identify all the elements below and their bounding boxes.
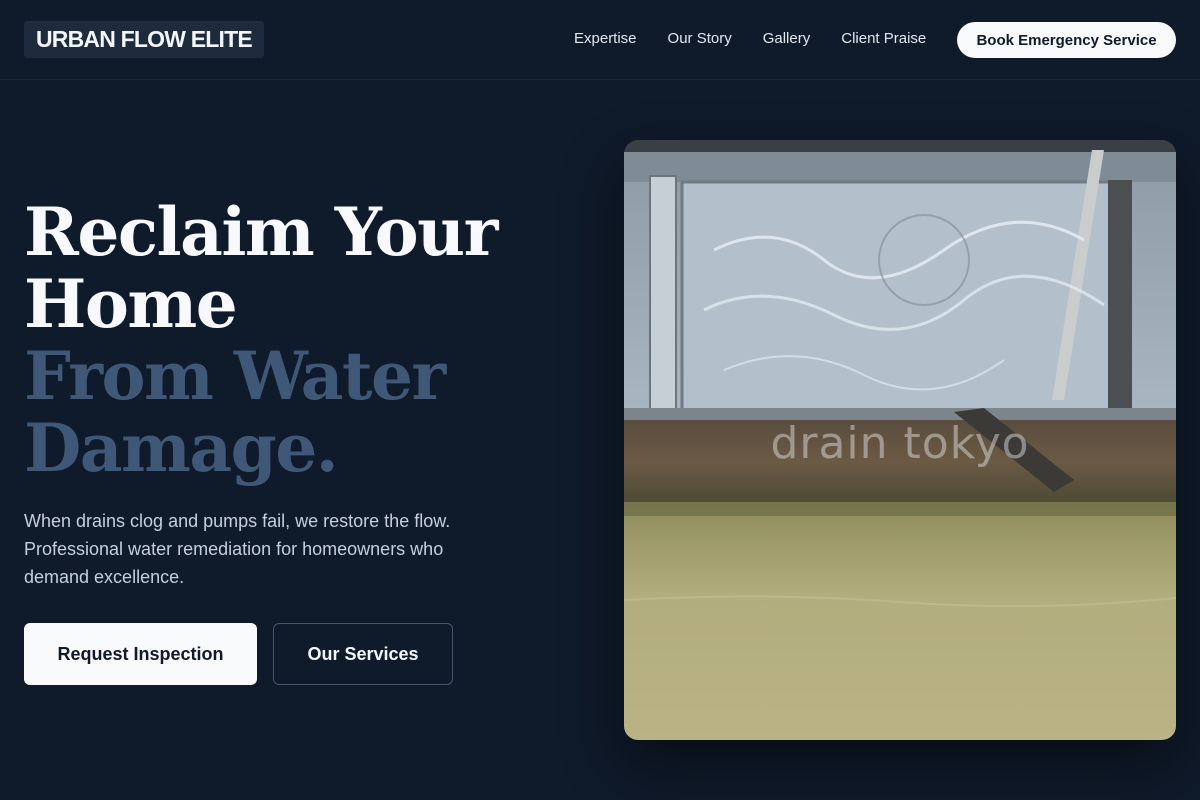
hero-title-line: Reclaim Your	[24, 193, 498, 271]
site-header: URBAN FLOW ELITE Expertise Our Story Gal…	[0, 0, 1200, 80]
nav-link-our-story[interactable]: Our Story	[668, 29, 732, 49]
nav-link-client-praise[interactable]: Client Praise	[841, 29, 926, 49]
main-nav: Expertise Our Story Gallery Client Prais…	[574, 29, 957, 49]
hero-title-line: Home	[24, 265, 238, 343]
hero-image: drain tokyo	[624, 140, 1176, 740]
hero-title: Reclaim Your Home From Water Damage.	[24, 196, 584, 484]
image-watermark: drain tokyo	[770, 418, 1030, 469]
nav-link-gallery[interactable]: Gallery	[763, 29, 811, 49]
hero-title-accent-line: From Water	[24, 337, 446, 415]
request-inspection-button[interactable]: Request Inspection	[24, 623, 257, 685]
logo[interactable]: URBAN FLOW ELITE	[24, 21, 264, 58]
hero-description: When drains clog and pumps fail, we rest…	[24, 511, 451, 587]
book-emergency-service-button[interactable]: Book Emergency Service	[957, 22, 1176, 58]
our-services-button[interactable]: Our Services	[273, 623, 453, 685]
nav-link-expertise[interactable]: Expertise	[574, 29, 637, 49]
hero-title-accent-line: Damage.	[24, 409, 339, 487]
